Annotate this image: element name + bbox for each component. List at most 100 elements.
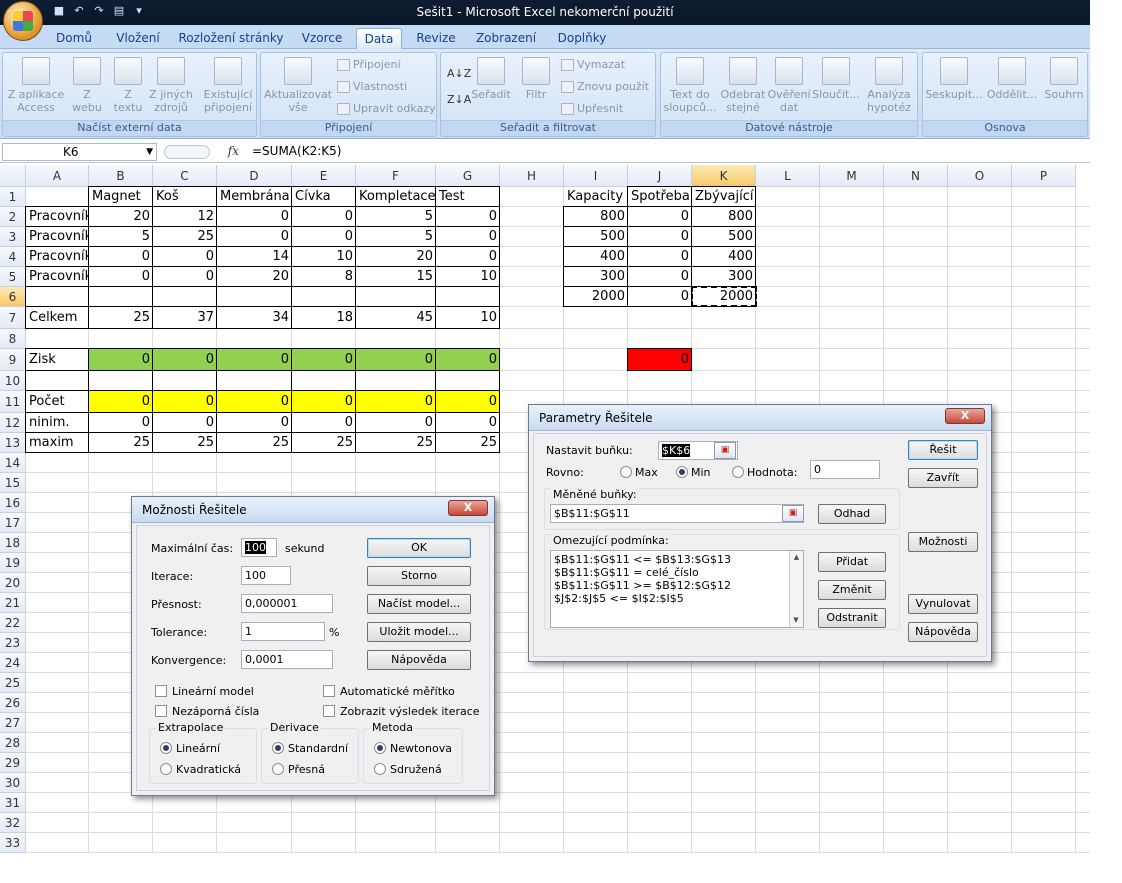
column-title[interactable]: Zbývající: [692, 187, 756, 207]
cell[interactable]: 0: [292, 391, 356, 413]
cell[interactable]: 0: [436, 207, 500, 227]
close-dialog-button[interactable]: Zavřít: [908, 468, 978, 488]
column-header[interactable]: K: [692, 165, 756, 187]
cell[interactable]: 45: [356, 307, 436, 329]
cell[interactable]: 25: [356, 433, 436, 453]
row-label[interactable]: Pracovník: [26, 247, 89, 267]
edit-links-button[interactable]: Upravit odkazy: [337, 102, 436, 115]
cell[interactable]: 0: [356, 349, 436, 371]
cell[interactable]: 0: [436, 391, 500, 413]
advanced-filter-button[interactable]: Upřesnit: [561, 102, 623, 115]
row-label[interactable]: ninim.: [26, 413, 89, 433]
constraint-item[interactable]: $B$11:$G$11 <= $B$13:$G$13: [554, 553, 803, 566]
tab-page-layout[interactable]: Rozložení stránky: [176, 28, 286, 49]
row-header[interactable]: 6: [0, 287, 26, 307]
column-title[interactable]: Kompletace: [356, 187, 436, 207]
clear-filter-button[interactable]: Vymazat: [561, 58, 625, 71]
connections-button[interactable]: Připojení: [337, 58, 401, 71]
cell[interactable]: 0: [292, 349, 356, 371]
cell[interactable]: 10: [436, 267, 500, 287]
row-header[interactable]: 25: [0, 673, 26, 693]
cell[interactable]: 0: [89, 349, 153, 371]
row-header[interactable]: 30: [0, 773, 26, 793]
from-other-sources-button[interactable]: Z jiných zdrojů: [147, 57, 195, 114]
help-button[interactable]: Nápověda: [908, 622, 978, 642]
ungroup-button[interactable]: Oddělit...: [985, 57, 1039, 101]
formula-input[interactable]: =SUMA(K2:K5): [252, 144, 341, 158]
cell[interactable]: 400: [692, 247, 756, 267]
from-web-button[interactable]: Z webu: [67, 57, 107, 114]
constraint-item[interactable]: $J$2:$J$5 <= $I$2:$I$5: [554, 592, 803, 605]
column-title[interactable]: Koš: [153, 187, 217, 207]
options-button[interactable]: Možnosti: [908, 532, 978, 552]
collapse-dialog-icon[interactable]: ▣: [714, 442, 736, 459]
constraints-list[interactable]: $B$11:$G$11 <= $B$13:$G$13 $B$11:$G$11 =…: [550, 550, 804, 628]
from-access-button[interactable]: Z aplikace Access: [5, 57, 67, 114]
refresh-all-button[interactable]: Aktualizovat vše: [263, 57, 333, 114]
cell[interactable]: 0: [153, 267, 217, 287]
add-button[interactable]: Přidat: [818, 552, 886, 572]
tab-insert[interactable]: Vložení: [108, 28, 168, 49]
tab-review[interactable]: Revize: [410, 28, 462, 49]
deriv-exact-radio[interactable]: [272, 763, 284, 775]
deriv-standard-radio[interactable]: [272, 742, 284, 754]
fx-icon[interactable]: fx: [228, 144, 239, 158]
solve-button[interactable]: Řešit: [908, 440, 978, 460]
cell[interactable]: 400: [564, 247, 628, 267]
row-header[interactable]: 5: [0, 267, 26, 287]
help-button[interactable]: Nápověda: [367, 650, 471, 670]
cell[interactable]: 800: [564, 207, 628, 227]
cell[interactable]: 5: [356, 227, 436, 247]
cell[interactable]: 34: [217, 307, 292, 329]
row-header[interactable]: 14: [0, 453, 26, 473]
precision-input[interactable]: 0,000001: [241, 594, 333, 613]
row-header[interactable]: 8: [0, 329, 26, 349]
cell[interactable]: 0: [356, 413, 436, 433]
row-label[interactable]: Počet: [26, 391, 89, 413]
cell[interactable]: 0: [356, 391, 436, 413]
cell[interactable]: 25: [217, 433, 292, 453]
row-header[interactable]: 9: [0, 349, 26, 371]
row-header[interactable]: 28: [0, 733, 26, 753]
constraint-item[interactable]: $B$11:$G$11 = celé_číslo: [554, 566, 803, 579]
sort-az-button[interactable]: A↓Z: [447, 67, 471, 80]
tab-view[interactable]: Zobrazení: [470, 28, 542, 49]
office-button[interactable]: [3, 1, 43, 41]
tab-formulas[interactable]: Vzorce: [294, 28, 350, 49]
collapse-dialog-icon[interactable]: ▣: [782, 505, 804, 522]
cell[interactable]: 20: [89, 207, 153, 227]
cell[interactable]: 0: [292, 227, 356, 247]
max-radio[interactable]: [620, 466, 632, 478]
cell[interactable]: 0: [89, 391, 153, 413]
row-header[interactable]: 1: [0, 187, 26, 207]
column-title[interactable]: Kapacity: [564, 187, 628, 207]
row-header[interactable]: 15: [0, 473, 26, 493]
row-header[interactable]: 18: [0, 533, 26, 553]
column-header[interactable]: M: [820, 165, 884, 187]
cell[interactable]: 0: [628, 227, 692, 247]
row-header[interactable]: 12: [0, 413, 26, 433]
value-input[interactable]: 0: [810, 460, 880, 479]
nonnegative-checkbox[interactable]: [155, 705, 167, 717]
cell[interactable]: 0: [292, 413, 356, 433]
guess-button[interactable]: Odhad: [818, 504, 886, 524]
row-header[interactable]: 3: [0, 227, 26, 247]
row-header[interactable]: 19: [0, 553, 26, 573]
existing-connections-button[interactable]: Existující připojení: [201, 57, 255, 114]
cell[interactable]: 25: [89, 307, 153, 329]
cell[interactable]: 800: [692, 207, 756, 227]
row-header[interactable]: 10: [0, 371, 26, 391]
row-label[interactable]: Pracovník: [26, 227, 89, 247]
name-box[interactable]: K6 ▼: [2, 143, 157, 161]
cell[interactable]: 0: [436, 247, 500, 267]
column-title[interactable]: Spotřeba: [628, 187, 692, 207]
cell[interactable]: 10: [292, 247, 356, 267]
linear-model-checkbox[interactable]: [155, 685, 167, 697]
cell[interactable]: 500: [564, 227, 628, 247]
cell[interactable]: 0: [153, 349, 217, 371]
cancel-button[interactable]: Storno: [367, 566, 471, 586]
cell[interactable]: 25: [292, 433, 356, 453]
select-all-corner[interactable]: [0, 165, 26, 187]
from-text-button[interactable]: Z textu: [109, 57, 147, 114]
row-header[interactable]: 29: [0, 753, 26, 773]
